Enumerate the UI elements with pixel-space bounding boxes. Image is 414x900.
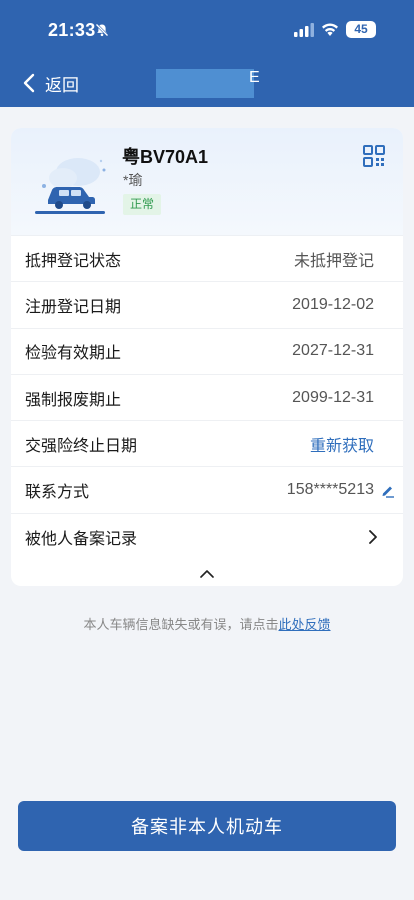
row-mortgage-status: 抵押登记状态 未抵押登记 (11, 236, 403, 283)
owner-name: *瑜 (123, 172, 143, 188)
chevron-right-icon (369, 530, 377, 544)
edit-icon[interactable] (380, 483, 395, 498)
header: 21:33 45 返回 E (0, 0, 414, 107)
plate-number: 粤BV70A1 (122, 147, 209, 167)
refetch-link[interactable]: 重新获取 (310, 432, 374, 456)
redacted-title (156, 69, 254, 98)
row-label: 被他人备案记录 (25, 530, 138, 548)
row-label: 联系方式 (25, 484, 90, 502)
row-value: 未抵押登记 (293, 252, 374, 270)
row-label: 抵押登记状态 (25, 252, 122, 270)
row-scrap-deadline: 强制报废期止 2099-12-31 (11, 375, 403, 422)
register-non-own-vehicle-button[interactable]: 备案非本人机动车 (18, 801, 396, 851)
back-label: 返回 (45, 75, 79, 95)
wifi-icon (322, 23, 338, 36)
car-illustration (35, 158, 106, 214)
row-label: 注册登记日期 (25, 298, 122, 316)
page-title-fragment: E (249, 69, 260, 86)
vehicle-summary: 粤BV70A1 *瑜 正常 (11, 128, 403, 236)
status-badge: 正常 (123, 194, 161, 215)
mute-icon (95, 23, 109, 37)
feedback-text: 本人车辆信息缺失或有误，请点击 (83, 617, 279, 632)
vehicle-card: 粤BV70A1 *瑜 正常 抵押登记状态 未抵押登记 注册登记日期 2019-1… (11, 128, 403, 586)
row-registration-date: 注册登记日期 2019-12-02 (11, 282, 403, 329)
row-label: 检验有效期止 (25, 345, 122, 363)
qr-code-icon[interactable] (363, 145, 385, 167)
row-value: 2099-12-31 (292, 388, 374, 406)
row-others-records[interactable]: 被他人备案记录 (11, 514, 403, 560)
status-time: 21:33 (48, 20, 96, 40)
row-insurance-expiry: 交强险终止日期 重新获取 (11, 421, 403, 468)
phone-number: 158****5213 (286, 481, 374, 499)
battery-icon: 45 (346, 21, 376, 38)
nav-bar: 返回 E (0, 58, 414, 106)
feedback-note: 本人车辆信息缺失或有误，请点击此处反馈 (0, 614, 414, 633)
row-value: 2027-12-31 (292, 342, 374, 360)
signal-icon (294, 23, 314, 37)
row-contact: 联系方式 158****5213 (11, 467, 403, 514)
row-inspection-expiry: 检验有效期止 2027-12-31 (11, 329, 403, 375)
feedback-link[interactable]: 此处反馈 (279, 617, 331, 632)
back-button[interactable]: 返回 (22, 70, 79, 96)
status-bar: 21:33 45 (0, 0, 414, 56)
row-label: 强制报废期止 (25, 391, 122, 409)
row-label: 交强险终止日期 (25, 437, 138, 455)
chevron-up-icon[interactable] (200, 569, 214, 578)
row-value: 2019-12-02 (292, 295, 374, 313)
back-icon (23, 73, 35, 93)
